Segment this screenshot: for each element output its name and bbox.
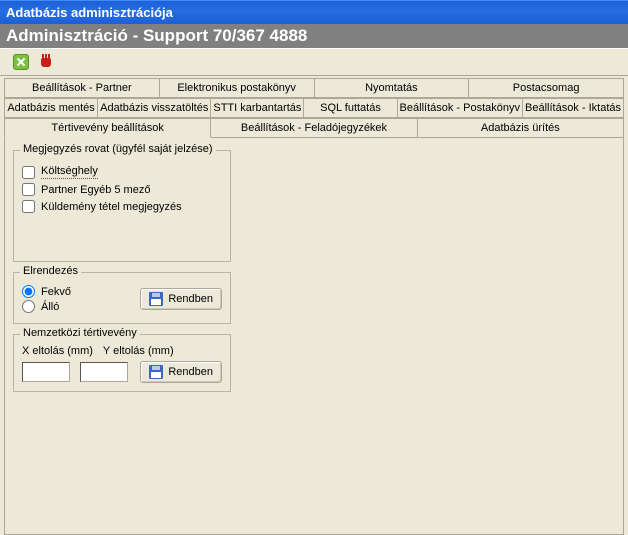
button-label: Rendben (168, 366, 213, 378)
radio-allo[interactable] (22, 300, 35, 313)
checkbox-label: Költséghely (41, 165, 98, 179)
save-icon (149, 292, 163, 306)
tab-beallitasok-partner[interactable]: Beállítások - Partner (4, 78, 160, 98)
rendben-button-intl[interactable]: Rendben (140, 361, 222, 383)
group-nemzetkozi-tertiveveny: Nemzetközi tértivevény X eltolás (mm) Y … (13, 334, 231, 392)
button-label: Rendben (168, 293, 213, 305)
window-title: Adatbázis adminisztrációja (6, 5, 173, 20)
checkbox-label: Küldemény tétel megjegyzés (41, 201, 182, 213)
tab-beallitasok-iktatas[interactable]: Beállítások - Iktatás (522, 98, 624, 118)
tab-sql-futtatas[interactable]: SQL futtatás (303, 98, 397, 118)
radio-label: Álló (41, 301, 59, 313)
tabs: Beállítások - Partner Elektronikus posta… (0, 76, 628, 138)
group-megjegyzes-rovat: Megjegyzés rovat (ügyfél saját jelzése) … (13, 150, 231, 262)
checkbox-row-koltseghely: Költséghely (22, 165, 222, 179)
tab-beallitasok-postakonyv[interactable]: Beállítások - Postakönyv (397, 98, 523, 118)
checkbox-partner-egyeb-5[interactable] (22, 183, 35, 196)
tab-row-3: Tértivevény beállítások Beállítások - Fe… (4, 118, 624, 138)
tab-nyomtatas[interactable]: Nyomtatás (314, 78, 470, 98)
checkbox-row-kuldemeny-megjegyzes: Küldemény tétel megjegyzés (22, 200, 222, 213)
close-icon (13, 54, 29, 70)
checkbox-label: Partner Egyéb 5 mező (41, 184, 150, 196)
y-offset-input[interactable] (80, 362, 128, 382)
tab-row-2: Adatbázis mentés Adatbázis visszatöltés … (4, 98, 624, 118)
tab-elektronikus-postakonyv[interactable]: Elektronikus postakönyv (159, 78, 315, 98)
toolbar (0, 48, 628, 76)
stop-button[interactable] (38, 53, 56, 71)
checkbox-row-partner-egyeb: Partner Egyéb 5 mező (22, 183, 222, 196)
tab-row-1: Beállítások - Partner Elektronikus posta… (4, 78, 624, 98)
window-subtitle: Adminisztráció - Support 70/367 4888 (6, 26, 307, 46)
hand-stop-icon (39, 54, 55, 70)
x-offset-label: X eltolás (mm) (22, 345, 93, 357)
window-subtitle-bar: Adminisztráció - Support 70/367 4888 (0, 24, 628, 48)
tab-adatbazis-mentes[interactable]: Adatbázis mentés (4, 98, 98, 118)
radio-row-allo: Álló (22, 300, 71, 313)
radio-fekvo[interactable] (22, 285, 35, 298)
tab-postacsomag[interactable]: Postacsomag (468, 78, 624, 98)
checkbox-koltseghely[interactable] (22, 166, 35, 179)
checkbox-kuldemeny-tetel-megjegyzes[interactable] (22, 200, 35, 213)
tab-panel: Megjegyzés rovat (ügyfél saját jelzése) … (4, 138, 624, 535)
tab-tertiveveny-beallitasok[interactable]: Tértivevény beállítások (4, 118, 211, 138)
tab-stti-karbantartas[interactable]: STTI karbantartás (210, 98, 304, 118)
tab-adatbazis-visszatoltes[interactable]: Adatbázis visszatöltés (97, 98, 211, 118)
group-elrendezes: Elrendezés Fekvő Álló Rendben (13, 272, 231, 324)
save-icon (149, 365, 163, 379)
y-offset-label: Y eltolás (mm) (103, 345, 174, 357)
radio-row-fekvo: Fekvő (22, 285, 71, 298)
radio-label: Fekvő (41, 286, 71, 298)
x-offset-input[interactable] (22, 362, 70, 382)
group-title: Nemzetközi tértivevény (20, 327, 140, 339)
close-button[interactable] (12, 53, 30, 71)
window-titlebar: Adatbázis adminisztrációja (0, 0, 628, 24)
group-title: Megjegyzés rovat (ügyfél saját jelzése) (20, 143, 216, 155)
tab-beallitasok-feladojegyzekek[interactable]: Beállítások - Feladójegyzékek (210, 118, 417, 138)
tab-adatbazis-urites[interactable]: Adatbázis ürítés (417, 118, 624, 138)
rendben-button-layout[interactable]: Rendben (140, 288, 222, 310)
group-title: Elrendezés (20, 265, 81, 277)
